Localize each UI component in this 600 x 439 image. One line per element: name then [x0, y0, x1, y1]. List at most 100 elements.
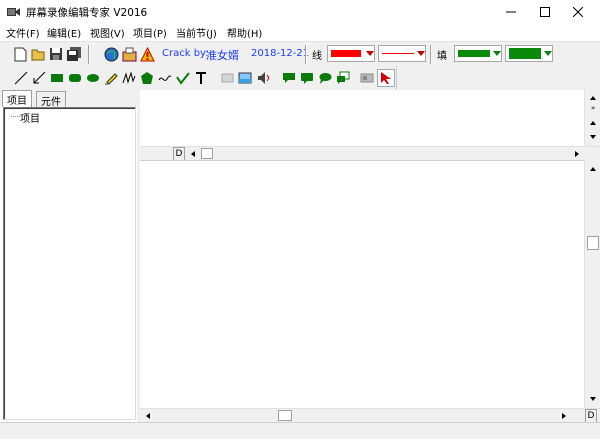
callout-ellipse-icon — [319, 73, 332, 84]
preview-vscrollbar[interactable] — [584, 160, 600, 408]
right-arrow-icon — [575, 151, 579, 157]
toolbar-separator — [88, 45, 90, 64]
left-arrow-icon — [191, 151, 195, 157]
ellipse-tool-button[interactable] — [85, 70, 101, 86]
checkmark-icon — [176, 72, 190, 85]
camera-icon — [7, 8, 20, 16]
status-bar — [0, 422, 600, 439]
toolbar-separator — [430, 45, 432, 64]
timeline-pane[interactable] — [140, 90, 584, 146]
export-button[interactable] — [121, 46, 137, 62]
maximize-icon — [539, 6, 550, 17]
warning-button[interactable] — [139, 46, 155, 62]
new-file-button[interactable] — [12, 46, 28, 62]
freehand-tool-button[interactable] — [121, 70, 137, 86]
scroll-thumb[interactable] — [587, 236, 599, 250]
line-color-dropdown[interactable] — [327, 45, 375, 62]
callout-frame-button[interactable] — [335, 70, 351, 86]
save-all-button[interactable] — [66, 46, 82, 62]
callout-rect-button[interactable] — [281, 70, 297, 86]
timeline-vscrollbar[interactable]: » — [584, 90, 600, 146]
fill-style-sample — [509, 48, 541, 59]
tab-components[interactable]: 元件 — [36, 91, 66, 108]
scroll-left-button[interactable] — [186, 147, 200, 161]
arrow-tool-button[interactable] — [31, 70, 47, 86]
open-button[interactable] — [30, 46, 46, 62]
save-icon — [50, 48, 62, 60]
d-marker[interactable]: D — [585, 409, 597, 423]
scroll-right-button[interactable] — [557, 409, 571, 423]
build-date: 2018-12-21 — [251, 48, 310, 59]
scroll-right-button[interactable] — [570, 147, 584, 161]
check-tool-button[interactable] — [175, 70, 191, 86]
menu-edit[interactable]: 编辑(E) — [47, 25, 81, 40]
callout-frame-icon — [337, 71, 350, 84]
scroll-thumb[interactable] — [201, 148, 213, 159]
chevron-down-icon — [544, 51, 552, 56]
main-toolbar: Crack by: 准女婿 2018-12-21 线 填 — [0, 41, 600, 66]
chevron-down-icon — [493, 51, 501, 56]
polygon-tool-button[interactable] — [139, 70, 155, 86]
image-tool-button[interactable] — [237, 70, 253, 86]
save-button[interactable] — [48, 46, 64, 62]
warning-icon — [139, 46, 155, 61]
project-tree[interactable] — [3, 107, 136, 420]
timeline-hscrollbar[interactable]: D — [140, 146, 600, 161]
down-arrow-icon — [590, 135, 596, 139]
menu-section[interactable]: 当前节(J) — [176, 25, 217, 40]
line-label: 线 — [312, 51, 322, 62]
highlight-tool-button[interactable] — [103, 70, 119, 86]
highlighter-icon — [105, 73, 118, 85]
up-arrow-icon — [590, 121, 596, 125]
menu-project[interactable]: 项目(P) — [133, 25, 167, 40]
d-marker[interactable]: D — [173, 147, 185, 161]
rounded-rect-tool-button[interactable] — [67, 70, 83, 86]
scroll-down-button[interactable] — [586, 392, 600, 406]
scroll-up-button[interactable] — [586, 162, 600, 176]
right-arrow-icon — [562, 413, 566, 419]
arrow-line-icon — [33, 71, 46, 84]
mosaic-tool-button[interactable] — [359, 70, 375, 86]
down-arrow-icon — [590, 397, 596, 401]
close-button[interactable] — [555, 0, 600, 23]
text-tool-button[interactable] — [193, 70, 209, 86]
preview-pane[interactable] — [140, 160, 584, 408]
tab-project[interactable]: 项目 — [2, 90, 32, 107]
menu-help[interactable]: 帮助(H) — [227, 25, 262, 40]
callout-round-icon — [301, 73, 313, 84]
blank-tool-button[interactable] — [219, 70, 235, 86]
scroll-up-button[interactable] — [586, 91, 600, 105]
preview-hscrollbar[interactable]: D — [140, 408, 600, 423]
menu-view[interactable]: 视图(V) — [90, 25, 125, 40]
scroll-down-button[interactable] — [586, 130, 600, 144]
scroll-up-button-2[interactable] — [586, 116, 600, 130]
tree-connector — [11, 116, 20, 117]
line-style-sample — [382, 53, 414, 54]
menu-file[interactable]: 文件(F) — [6, 25, 40, 40]
fill-style-dropdown[interactable] — [505, 45, 553, 62]
curve-tool-button[interactable] — [157, 70, 173, 86]
sound-tool-button[interactable] — [255, 70, 271, 86]
line-tool-button[interactable] — [13, 70, 29, 86]
mosaic-icon — [360, 73, 374, 83]
blank-frame-icon — [221, 73, 234, 83]
crack-label: Crack by: — [162, 48, 209, 59]
tree-item-project[interactable]: 项目 — [20, 110, 40, 125]
line-style-dropdown[interactable] — [378, 45, 426, 62]
scroll-left-button[interactable] — [141, 409, 155, 423]
fill-color-swatch — [458, 50, 490, 57]
chevron-down-icon — [417, 51, 425, 56]
scroll-thumb[interactable] — [278, 410, 292, 421]
freehand-icon — [122, 71, 136, 84]
title-bar: 屏幕录像编辑专家 V2016 — [0, 0, 600, 23]
fill-color-dropdown[interactable] — [454, 45, 502, 62]
image-icon — [238, 72, 252, 84]
web-button[interactable] — [103, 46, 119, 62]
pointer-tool-button[interactable] — [377, 69, 395, 87]
callout-ellipse-button[interactable] — [317, 70, 333, 86]
chevron-down-icon — [366, 51, 374, 56]
callout-round-button[interactable] — [299, 70, 315, 86]
cursor-arrow-icon — [381, 72, 391, 84]
menu-bar: 文件(F) 编辑(E) 视图(V) 项目(P) 当前节(J) 帮助(H) — [0, 23, 600, 41]
rectangle-tool-button[interactable] — [49, 70, 65, 86]
